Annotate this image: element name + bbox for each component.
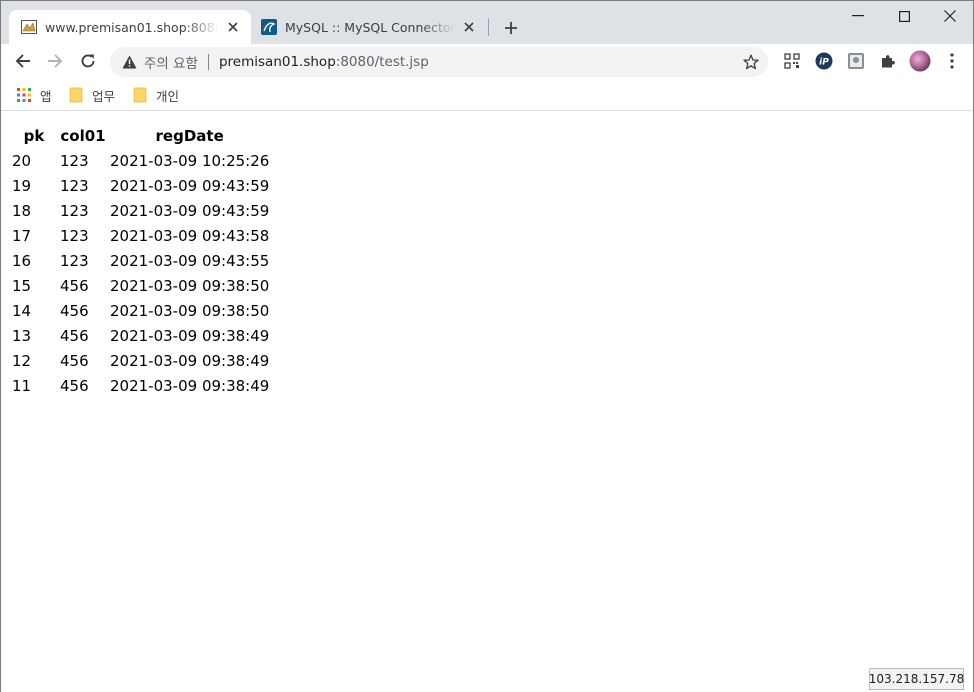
table-row: 19 123 2021-03-09 09:43:59 [11, 174, 270, 197]
cell-regdate: 2021-03-09 09:43:59 [110, 201, 270, 220]
photo-extension-icon[interactable] [842, 47, 870, 75]
table-row: 13 456 2021-03-09 09:38:49 [11, 324, 270, 347]
cell-regdate: 2021-03-09 10:25:26 [110, 151, 270, 170]
data-table: pk col01 regDate 20 123 2021-03-09 10:25:2… [9, 122, 272, 399]
cell-col01: 456 [60, 376, 89, 395]
close-icon[interactable] [459, 17, 479, 37]
cell-pk: 17 [12, 226, 32, 245]
table-row: 16 123 2021-03-09 09:43:55 [11, 249, 270, 272]
cell-col01: 456 [60, 326, 89, 345]
table-header-row: pk col01 regDate [11, 124, 270, 147]
kebab-menu-icon[interactable] [938, 47, 966, 75]
profile-avatar[interactable] [906, 47, 934, 75]
status-bubble: 103.218.157.78 [869, 668, 964, 690]
cell-pk: 20 [12, 151, 32, 170]
page-content: pk col01 regDate 20 123 2021-03-09 10:25:2… [1, 112, 973, 692]
table-row: 14 456 2021-03-09 09:38:50 [11, 299, 270, 322]
back-arrow-icon[interactable] [9, 47, 37, 75]
puzzle-icon[interactable] [874, 47, 902, 75]
tab-test-jsp[interactable]: www.premisan01.shop:8080/test.jsp [9, 10, 251, 44]
cell-regdate: 2021-03-09 09:38:49 [110, 326, 270, 345]
cell-col01: 123 [60, 251, 89, 270]
folder-icon [132, 87, 148, 103]
tab-title: www.premisan01.shop:8080/test.jsp [45, 19, 219, 35]
bookmark-label: 앱 [40, 88, 52, 104]
cell-regdate: 2021-03-09 09:43:59 [110, 176, 270, 195]
qr-code-icon[interactable] [778, 47, 806, 75]
url-path[interactable]: :8080/test.jsp [336, 54, 429, 70]
cell-pk: 18 [12, 201, 32, 220]
cell-col01: 456 [60, 276, 89, 295]
table-row: 11 456 2021-03-09 09:38:49 [11, 374, 270, 397]
security-label[interactable]: 주의 요함 [144, 52, 198, 72]
cell-col01: 123 [60, 226, 89, 245]
bookmarks-bar: 앱 업무 개인 [1, 80, 973, 111]
maximize-icon[interactable] [881, 1, 927, 31]
omnibox-divider [207, 54, 209, 70]
cell-col01: 456 [60, 351, 89, 370]
cell-regdate: 2021-03-09 09:43:55 [110, 251, 270, 270]
bookmark-label: 개인 [156, 88, 180, 104]
tomcat-favicon-icon [21, 19, 37, 35]
tab-mysql[interactable]: MySQL :: MySQL Connector/J 8.0 [253, 10, 487, 44]
reload-icon[interactable] [74, 47, 102, 75]
cell-pk: 12 [12, 351, 32, 370]
cell-regdate: 2021-03-09 09:38:50 [110, 301, 270, 320]
url-host[interactable]: premisan01.shop [219, 54, 336, 70]
cell-col01: 123 [60, 176, 89, 195]
minimize-icon[interactable] [835, 1, 881, 31]
cell-regdate: 2021-03-09 09:43:58 [110, 226, 270, 245]
header-regdate: regDate [155, 126, 224, 145]
table-row: 15 456 2021-03-09 09:38:50 [11, 274, 270, 297]
cell-col01: 123 [60, 201, 89, 220]
toolbar: 주의 요함 premisan01.shop:8080/test.jsp iP [1, 44, 973, 80]
apps-grid-icon [16, 87, 32, 103]
warning-triangle-icon[interactable] [121, 54, 137, 70]
bookmark-label: 업무 [92, 88, 116, 104]
table-row: 12 456 2021-03-09 09:38:49 [11, 349, 270, 372]
folder-icon [68, 87, 84, 103]
cell-pk: 19 [12, 176, 32, 195]
cell-col01: 123 [60, 151, 89, 170]
tab-title: MySQL :: MySQL Connector/J 8.0 [285, 19, 455, 35]
header-col01: col01 [60, 126, 106, 145]
cell-pk: 13 [12, 326, 32, 345]
svg-text:iP: iP [819, 58, 829, 68]
mysql-favicon-icon [261, 19, 277, 35]
ip-extension-icon[interactable]: iP [810, 47, 838, 75]
close-icon[interactable] [223, 17, 243, 37]
header-pk: pk [23, 126, 45, 145]
close-window-icon[interactable] [927, 1, 973, 31]
cell-regdate: 2021-03-09 09:38:49 [110, 351, 270, 370]
table-row: 17 123 2021-03-09 09:43:58 [11, 224, 270, 247]
cell-pk: 15 [12, 276, 32, 295]
table-row: 20 123 2021-03-09 10:25:26 [11, 149, 270, 172]
cell-pk: 16 [12, 251, 32, 270]
bookmark-folder-personal[interactable]: 개인 [132, 84, 179, 106]
cell-pk: 14 [12, 301, 32, 320]
tab-strip: www.premisan01.shop:8080/test.jsp MySQL … [1, 1, 973, 44]
cell-regdate: 2021-03-09 09:38:50 [110, 276, 270, 295]
address-bar[interactable]: 주의 요함 premisan01.shop:8080/test.jsp [110, 47, 768, 77]
cell-col01: 456 [60, 301, 89, 320]
cell-pk: 11 [12, 376, 32, 395]
star-icon[interactable] [740, 51, 762, 73]
bookmark-apps[interactable]: 앱 [16, 84, 52, 106]
table-row: 18 123 2021-03-09 09:43:59 [11, 199, 270, 222]
tab-separator [488, 18, 489, 36]
cell-regdate: 2021-03-09 09:38:49 [110, 376, 270, 395]
new-tab-plus-icon[interactable] [499, 16, 523, 40]
bookmark-folder-work[interactable]: 업무 [68, 84, 115, 106]
forward-arrow-icon[interactable] [41, 47, 69, 75]
